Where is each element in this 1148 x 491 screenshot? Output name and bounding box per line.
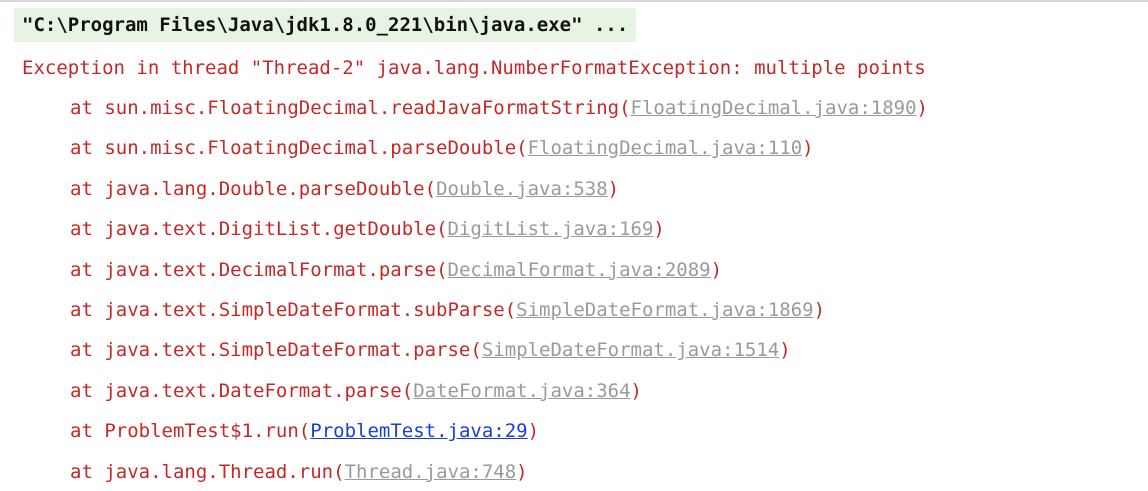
frame-prefix: at <box>70 137 105 160</box>
source-link[interactable]: SimpleDateFormat.java:1514 <box>482 339 779 361</box>
stack-frame: at java.text.DigitList.getDouble(DigitLi… <box>70 218 665 241</box>
frame-method: sun.misc.FloatingDecimal.parseDouble <box>104 137 517 160</box>
source-link[interactable]: FloatingDecimal.java:1890 <box>631 97 917 119</box>
frame-method: java.text.SimpleDateFormat.parse <box>104 339 471 362</box>
stack-frame: at sun.misc.FloatingDecimal.parseDouble(… <box>70 137 814 160</box>
frame-method: java.text.DecimalFormat.parse <box>104 258 437 281</box>
source-link[interactable]: DateFormat.java:364 <box>413 380 630 402</box>
source-link[interactable]: DecimalFormat.java:2089 <box>448 259 711 281</box>
frame-prefix: at <box>70 339 105 362</box>
stack-frame: at java.text.DateFormat.parse(DateFormat… <box>70 379 642 402</box>
frame-method: java.text.SimpleDateFormat.subParse <box>104 298 505 321</box>
frame-method: java.text.DigitList.getDouble <box>104 218 437 241</box>
java-command-line[interactable]: "C:\Program Files\Java\jdk1.8.0_221\bin\… <box>14 8 637 42</box>
frame-prefix: at <box>70 298 105 321</box>
source-link[interactable]: SimpleDateFormat.java:1869 <box>516 299 813 321</box>
source-link[interactable]: FloatingDecimal.java:110 <box>528 137 803 159</box>
stack-frame: at java.text.DecimalFormat.parse(Decimal… <box>70 258 723 281</box>
stack-frame: at sun.misc.FloatingDecimal.readJavaForm… <box>70 97 928 119</box>
frame-method: java.text.DateFormat.parse <box>104 379 402 402</box>
source-link[interactable]: Double.java:538 <box>436 178 608 200</box>
frame-prefix: at <box>70 177 105 200</box>
frame-prefix: at <box>70 97 105 119</box>
stack-frame: at java.text.SimpleDateFormat.parse(Simp… <box>70 339 791 362</box>
stack-frame: at java.lang.Double.parseDouble(Double.j… <box>70 177 620 200</box>
frame-method: java.lang.Double.parseDouble <box>104 177 425 200</box>
frame-method: java.lang.Thread.run <box>104 460 334 483</box>
frame-prefix: at <box>70 379 105 402</box>
source-link[interactable]: Thread.java:748 <box>345 461 517 483</box>
frame-prefix: at <box>70 218 105 241</box>
run-console-output: "C:\Program Files\Java\jdk1.8.0_221\bin\… <box>0 0 1148 491</box>
frame-prefix: at <box>70 258 105 281</box>
frame-prefix: at <box>70 420 105 443</box>
stack-trace: at sun.misc.FloatingDecimal.readJavaForm… <box>70 88 928 491</box>
exception-message: Exception in thread "Thread-2" java.lang… <box>22 57 926 79</box>
frame-prefix: at <box>70 460 105 483</box>
stack-frame: at java.lang.Thread.run(Thread.java:748) <box>70 460 528 483</box>
source-link-user-code[interactable]: ProblemTest.java:29 <box>310 420 527 442</box>
source-link[interactable]: DigitList.java:169 <box>448 218 654 240</box>
stack-frame: at ProblemTest$1.run(ProblemTest.java:29… <box>70 420 540 443</box>
frame-method: sun.misc.FloatingDecimal.readJavaFormatS… <box>104 97 620 119</box>
frame-method: ProblemTest$1.run <box>104 420 299 443</box>
stack-frame: at java.text.SimpleDateFormat.subParse(S… <box>70 298 826 321</box>
